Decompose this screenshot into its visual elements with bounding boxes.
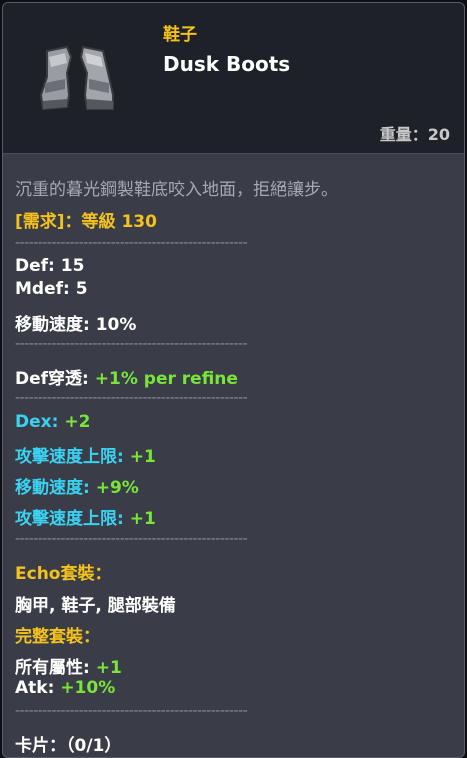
set-bonus-label: Atk: xyxy=(15,678,61,698)
weight-label: 重量： xyxy=(379,125,428,144)
bonus-aspd-cap: 攻擊速度上限: +1 xyxy=(15,504,156,529)
complete-set-title: 完整套裝： xyxy=(15,627,100,647)
boots-icon xyxy=(33,43,123,123)
set-bonus-atk: Atk: +10% xyxy=(15,678,115,698)
divider: ----------------------------------------… xyxy=(15,531,248,547)
bonus-label: 移動速度: xyxy=(15,478,96,498)
refine-label: Def穿透: xyxy=(15,369,95,389)
bonus-label: Dex: xyxy=(15,412,65,432)
bonus-value: +1 xyxy=(129,447,156,467)
divider: ----------------------------------------… xyxy=(15,390,248,406)
stat-value: 10% xyxy=(95,315,137,335)
divider: ----------------------------------------… xyxy=(15,703,248,719)
bonus-dex: Dex: +2 xyxy=(15,412,90,432)
item-tooltip: 鞋子 Dusk Boots 重量：20 沉重的暮光鋼製鞋底咬入地面，拒絕讓步。 … xyxy=(2,2,465,758)
level-requirement: [需求]：等級 130 xyxy=(15,212,157,232)
bonus-label: 攻擊速度上限: xyxy=(15,447,130,467)
weight-value: 20 xyxy=(427,125,450,144)
divider: ----------------------------------------… xyxy=(15,336,248,352)
set-bonus-all-stats: 所有屬性: +1 xyxy=(15,653,122,678)
set-bonus-value: +1 xyxy=(95,658,122,678)
stat-mdef: Mdef: 5 xyxy=(15,279,88,299)
stat-label: Mdef: xyxy=(15,279,76,299)
stat-label: 移動速度: xyxy=(15,315,96,335)
tooltip-header: 鞋子 Dusk Boots 重量：20 xyxy=(3,3,464,154)
set-pieces: 胸甲, 鞋子, 腿部裝備 xyxy=(15,596,176,616)
bonus-value: +1 xyxy=(129,509,156,529)
stat-value: 5 xyxy=(75,279,88,299)
bonus-value: +9% xyxy=(95,478,139,498)
divider: ----------------------------------------… xyxy=(15,235,248,251)
set-bonus-label: 所有屬性: xyxy=(15,658,96,678)
card-slots: 卡片：（0/1） xyxy=(15,736,122,756)
bonus-value: +2 xyxy=(64,412,91,432)
bonus-aspd-cap: 攻擊速度上限: +1 xyxy=(15,442,156,467)
stat-move-speed: 移動速度: 10% xyxy=(15,310,136,335)
refine-bonus: Def穿透: +1% per refine xyxy=(15,364,238,389)
item-description: 沉重的暮光鋼製鞋底咬入地面，拒絕讓步。 xyxy=(15,180,338,200)
refine-value: +1% per refine xyxy=(94,369,238,389)
bonus-move-speed: 移動速度: +9% xyxy=(15,473,139,498)
stat-label: Def: xyxy=(15,256,61,276)
set-title: Echo套裝： xyxy=(15,564,112,584)
item-name: Dusk Boots xyxy=(163,52,291,76)
stat-def: Def: 15 xyxy=(15,256,84,276)
stat-value: 15 xyxy=(60,256,85,276)
bonus-label: 攻擊速度上限: xyxy=(15,509,130,529)
item-type-label: 鞋子 xyxy=(163,25,197,45)
set-bonus-value: +10% xyxy=(60,678,116,698)
item-weight: 重量：20 xyxy=(380,121,450,145)
